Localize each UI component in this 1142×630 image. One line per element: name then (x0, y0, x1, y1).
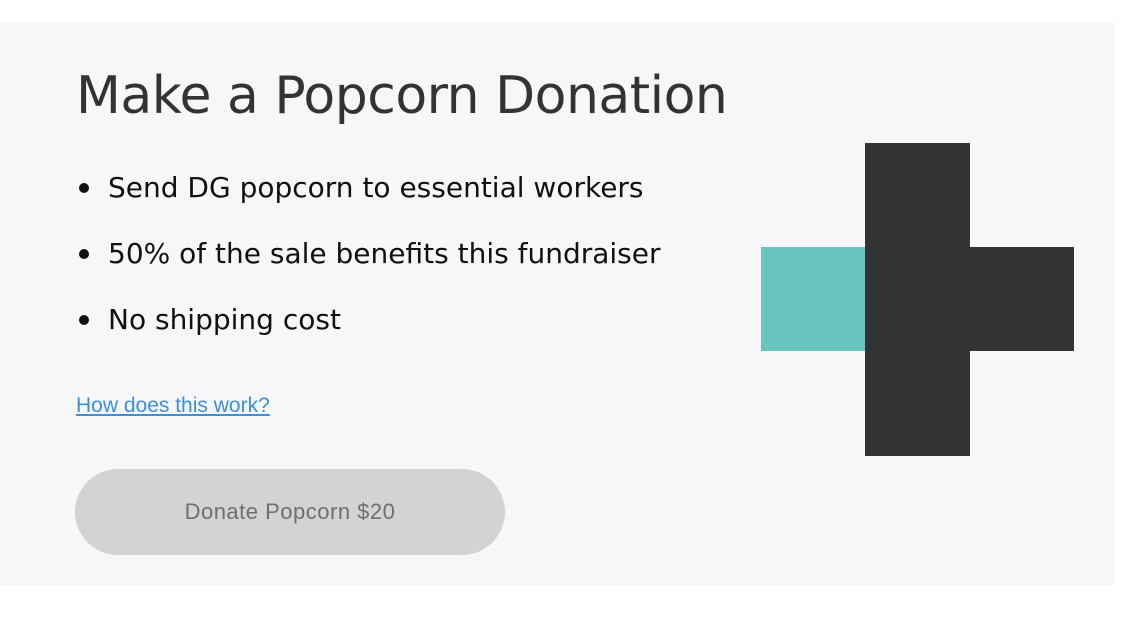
plus-logo-right-block (969, 247, 1074, 351)
how-it-works-link[interactable]: How does this work? (76, 394, 270, 418)
list-item-text: Send DG popcorn to essential workers (108, 171, 644, 204)
bullet-dot-icon (79, 249, 89, 259)
plus-logo-icon (761, 143, 1074, 456)
list-item: 50% of the sale benefits this fundraiser (76, 234, 661, 300)
list-item: No shipping cost (76, 300, 661, 366)
donate-button[interactable]: Donate Popcorn $20 (75, 469, 505, 555)
plus-logo-vertical-bar (865, 143, 970, 456)
page-title: Make a Popcorn Donation (76, 66, 728, 126)
list-item: Send DG popcorn to essential workers (76, 168, 661, 234)
plus-logo-teal-block (761, 247, 866, 351)
bullet-dot-icon (79, 315, 89, 325)
list-item-text: No shipping cost (108, 303, 341, 336)
benefits-list: Send DG popcorn to essential workers 50%… (76, 168, 661, 366)
list-item-text: 50% of the sale benefits this fundraiser (108, 237, 661, 270)
bullet-dot-icon (79, 183, 89, 193)
donation-card: Make a Popcorn Donation Send DG popcorn … (0, 22, 1115, 585)
